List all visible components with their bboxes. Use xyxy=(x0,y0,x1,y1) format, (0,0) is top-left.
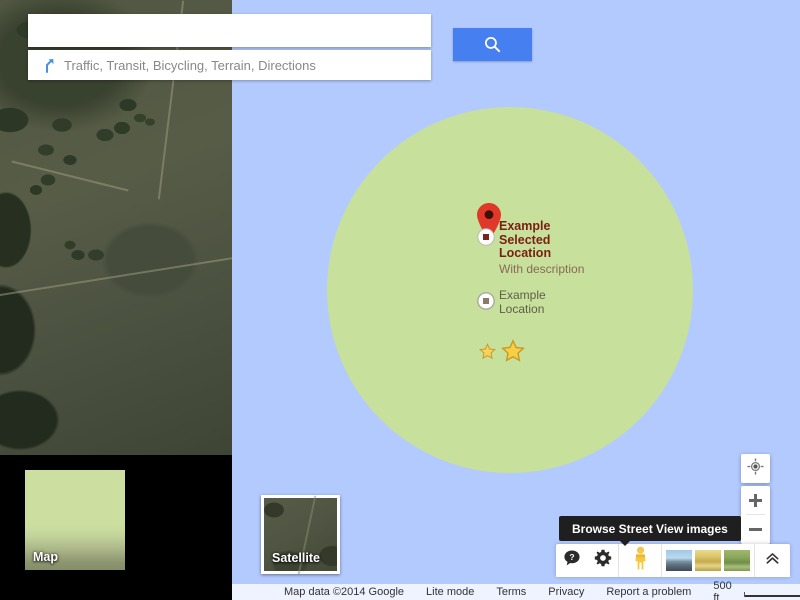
photo-thumbnail-coast[interactable] xyxy=(666,550,692,571)
search-button[interactable] xyxy=(453,28,532,61)
example-location-label: Example Location xyxy=(499,288,546,316)
settings-button[interactable] xyxy=(587,544,618,577)
search-area: Traffic, Transit, Bicycling, Terrain, Di… xyxy=(28,14,532,80)
zoom-in-button[interactable] xyxy=(741,486,770,515)
svg-text:?: ? xyxy=(569,552,574,562)
map-data-copyright: Map data ©2014 Google xyxy=(284,586,405,598)
attribution-link-lite-mode[interactable]: Lite mode xyxy=(426,586,474,598)
bottom-toolbar: ? xyxy=(556,544,790,577)
map-scale: 500 ft xyxy=(713,580,800,600)
attribution-bar: Map data ©2014 Google Lite mode Terms Pr… xyxy=(232,580,800,600)
zoom-out-button[interactable] xyxy=(741,515,770,544)
basemap-toggle-map[interactable]: Map xyxy=(25,470,125,570)
attribution-link-privacy[interactable]: Privacy xyxy=(548,586,584,598)
search-suggestion-row[interactable]: Traffic, Transit, Bicycling, Terrain, Di… xyxy=(28,50,431,80)
photo-thumbnail-field[interactable] xyxy=(695,550,721,571)
minus-icon xyxy=(749,523,762,536)
dirt-track-path xyxy=(11,160,129,192)
basemap-toggle-map-label: Map xyxy=(33,550,58,564)
help-bubble-icon: ? xyxy=(563,549,581,572)
expand-panel-button[interactable] xyxy=(754,544,790,577)
zoom-controls xyxy=(741,486,770,544)
attribution-link-report-problem[interactable]: Report a problem xyxy=(606,586,691,598)
basemap-toggle-satellite[interactable]: Satellite xyxy=(261,495,340,574)
map-scale-bar xyxy=(743,591,800,597)
search-icon xyxy=(483,35,502,54)
help-button[interactable]: ? xyxy=(556,544,587,577)
my-location-icon xyxy=(747,457,764,480)
star-marker-small[interactable] xyxy=(479,343,496,365)
gear-icon xyxy=(594,549,612,572)
example-location-dot[interactable] xyxy=(477,292,495,310)
pegman-button[interactable] xyxy=(618,544,662,577)
photo-thumbnail-meadow[interactable] xyxy=(724,550,750,571)
attribution-link-terms[interactable]: Terms xyxy=(496,586,526,598)
dirt-track-path xyxy=(0,254,232,298)
selected-location-title: Example Selected Location xyxy=(499,219,552,260)
search-input[interactable] xyxy=(28,14,431,47)
selected-location-dot[interactable] xyxy=(477,228,495,246)
my-location-button[interactable] xyxy=(741,454,770,483)
plus-icon xyxy=(749,494,762,507)
pegman-streetview-icon xyxy=(632,546,649,576)
google-maps-screen: Example Selected Location With descripti… xyxy=(0,0,800,600)
basemap-toggle-satellite-label: Satellite xyxy=(272,551,320,565)
streetview-tooltip: Browse Street View images xyxy=(559,516,741,546)
search-suggestion-text: Traffic, Transit, Bicycling, Terrain, Di… xyxy=(64,57,316,73)
star-marker-large[interactable] xyxy=(501,339,525,368)
directions-fork-icon xyxy=(40,56,58,74)
selected-location-description: With description xyxy=(499,261,585,276)
map-scale-label: 500 ft xyxy=(713,580,732,600)
photo-thumbnail-strip[interactable] xyxy=(662,544,754,577)
chevron-double-up-icon xyxy=(764,550,781,572)
selected-location-label: Example Selected Location With descripti… xyxy=(499,219,689,276)
